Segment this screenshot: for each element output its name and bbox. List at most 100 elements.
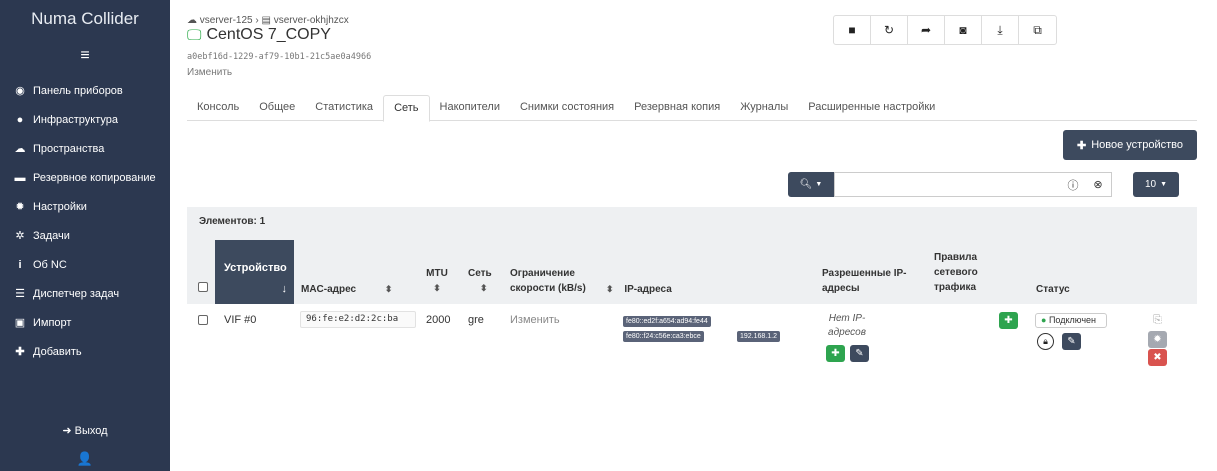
dashboard-icon: ◉ — [15, 85, 25, 97]
sidebar-item-spaces[interactable]: ☁ Пространства — [0, 134, 170, 163]
edit-status-button[interactable]: ✎ — [1062, 333, 1081, 350]
column-header-rules[interactable]: Правила сетевого трафика — [934, 250, 994, 295]
caret-down-icon: ▼ — [1160, 181, 1168, 188]
column-header-mtu[interactable]: MTU ⬍ — [426, 266, 448, 296]
monitor-icon: 🖵 — [187, 26, 202, 44]
vm-uuid: a0ebf16d-1229-af79-10b1-21c5ae0a4966 — [187, 52, 372, 62]
column-header-allowed-ips[interactable]: Разрешенные IP-адресы — [822, 266, 922, 296]
tab-stats[interactable]: Статистика — [305, 95, 383, 121]
sidebar-item-about[interactable]: i Об NC — [0, 250, 170, 279]
logout-label: Выход — [74, 425, 108, 437]
sort-icon: ⬍ — [606, 284, 614, 294]
tab-console[interactable]: Консоль — [187, 95, 249, 121]
page-size-value: 10 — [1144, 179, 1157, 190]
mtu-value: 2000 — [426, 314, 451, 326]
edit-allowed-ips-button[interactable]: ✎ — [850, 345, 869, 362]
copy-button[interactable]: ⧉ — [1019, 16, 1056, 44]
sort-desc-icon: ↓ — [281, 283, 288, 295]
tab-logs[interactable]: Журналы — [730, 95, 798, 121]
sidebar-item-settings[interactable]: ✹ Настройки — [0, 192, 170, 221]
tab-snapshots[interactable]: Снимки состояния — [510, 95, 624, 121]
close-icon: ✖ — [1153, 352, 1162, 363]
column-header-rate-limit[interactable]: Ограничение скорости (kB/s) — [510, 266, 600, 296]
sidebar-item-tasks[interactable]: ✲ Задачи — [0, 221, 170, 250]
select-all-checkbox[interactable] — [198, 282, 208, 292]
search-filter-dropdown[interactable]: 🔍︎ ▼ — [788, 172, 834, 197]
sidebar-item-label: Инфраструктура — [33, 113, 119, 126]
info-icon: i — [18, 258, 22, 271]
column-header-status[interactable]: Статус — [1036, 282, 1070, 297]
column-header-network[interactable]: Сеть ⬍ — [468, 266, 500, 296]
share-icon: ➦ — [920, 23, 932, 37]
copy-icon[interactable]: ⎘ — [1148, 312, 1167, 329]
menu-toggle-icon[interactable]: ≡ — [0, 36, 170, 76]
column-header-mac[interactable]: MAC-адрес ⬍ — [301, 282, 392, 297]
vm-toolbar: ■ ↻ ➦ ◙ ⤓ ⧉ — [833, 15, 1057, 45]
vm-name: CentOS 7_COPY — [206, 26, 331, 43]
settings-button[interactable]: ✹ — [1148, 331, 1167, 348]
brand-title[interactable]: Numa Collider — [0, 0, 170, 36]
logout-button[interactable]: ➜ Выход — [0, 424, 170, 437]
column-header-ips[interactable]: ⬍ IP-адреса — [606, 282, 672, 297]
sidebar-item-add[interactable]: ✚ Добавить — [0, 337, 170, 366]
add-allowed-ip-button[interactable]: ✚ — [826, 345, 845, 362]
new-device-label: Новое устройство — [1091, 139, 1183, 151]
row-checkbox[interactable] — [198, 315, 208, 325]
lock-toggle-icon[interactable]: 🔒︎ — [1037, 333, 1054, 350]
rate-limit-edit-link[interactable]: Изменить — [510, 314, 560, 326]
edit-tags-link[interactable]: Изменить — [187, 67, 232, 78]
sidebar-item-infrastructure[interactable]: ● Инфраструктура — [0, 105, 170, 134]
sidebar-item-dashboard[interactable]: ◉ Панель приборов — [0, 76, 170, 105]
tab-bar: Консоль Общее Статистика Сеть Накопители… — [187, 95, 1197, 122]
device-name: VIF #0 — [224, 314, 257, 326]
connected-dot-icon: ● — [1041, 315, 1047, 325]
allowed-ips-empty: Нет IP-адресов — [828, 313, 866, 338]
add-rule-button[interactable]: ✚ — [999, 312, 1018, 329]
breadcrumb-pool-link[interactable]: vserver-125 — [200, 15, 253, 26]
new-device-button[interactable]: ✚ Новое устройство — [1063, 130, 1197, 160]
plus-icon: ✚ — [831, 348, 840, 359]
export-button[interactable]: ⤓ — [982, 16, 1019, 44]
tab-disks[interactable]: Накопители — [430, 95, 510, 121]
sidebar-item-label: Панель приборов — [33, 84, 123, 97]
globe-icon: ● — [16, 113, 24, 126]
snapshot-button[interactable]: ◙ — [945, 16, 982, 44]
clear-filter-icon[interactable]: ⊗ — [1088, 172, 1108, 197]
page-size-dropdown[interactable]: 10 ▼ — [1133, 172, 1179, 197]
column-header-label: Сеть — [468, 268, 492, 279]
mac-address[interactable]: 96:fe:e2:d2:2c:ba — [300, 311, 416, 328]
info-icon[interactable]: ⓘ — [1063, 172, 1083, 197]
sidebar-item-task-manager[interactable]: ☰ Диспетчер задач — [0, 279, 170, 308]
search-icon: 🔍︎ — [799, 179, 813, 190]
caret-down-icon: ▼ — [815, 181, 823, 188]
delete-button[interactable]: ✖ — [1148, 349, 1167, 366]
status-badge[interactable]: ● Подключен — [1035, 313, 1107, 328]
ip-badge[interactable]: fe80::ed2f:a654:ad94:fe44 — [623, 316, 711, 327]
sort-icon: ⬍ — [433, 283, 441, 293]
breadcrumb: ☁ vserver-125 › ▤ vserver-okhjhzcx — [187, 15, 349, 26]
tab-general[interactable]: Общее — [249, 95, 305, 121]
import-icon: ▣ — [14, 317, 26, 329]
migrate-button[interactable]: ➦ — [908, 16, 945, 44]
sidebar-item-import[interactable]: ▣ Импорт — [0, 308, 170, 337]
stop-button[interactable]: ■ — [834, 16, 871, 44]
restart-button[interactable]: ↻ — [871, 16, 908, 44]
breadcrumb-host-link[interactable]: vserver-okhjhzcx — [274, 15, 349, 26]
tab-backup[interactable]: Резервная копия — [624, 95, 730, 121]
download-icon: ⤓ — [997, 22, 1003, 37]
ip-badge[interactable]: 192.168.1.2 — [737, 331, 780, 342]
sort-icon: ⬍ — [480, 283, 488, 293]
sidebar-item-backup[interactable]: ▬ Резервное копирование — [0, 163, 170, 192]
server-icon: ▤ — [261, 15, 271, 26]
tab-advanced[interactable]: Расширенные настройки — [798, 95, 945, 121]
tab-network[interactable]: Сеть — [383, 95, 430, 122]
user-icon[interactable]: 👤 — [0, 451, 170, 467]
column-header-device[interactable]: Устройство ↓ — [215, 240, 294, 304]
sidebar-item-label: Диспетчер задач — [33, 287, 120, 300]
plus-icon: ✚ — [1077, 139, 1087, 152]
column-header-label: Устройство — [224, 262, 287, 274]
ip-badge[interactable]: fe80::f24:c56e:ca3:ebce — [623, 331, 704, 342]
sidebar-item-label: Резервное копирование — [33, 171, 156, 184]
sign-out-icon: ➜ — [62, 425, 72, 437]
network-name[interactable]: gre — [468, 314, 484, 326]
